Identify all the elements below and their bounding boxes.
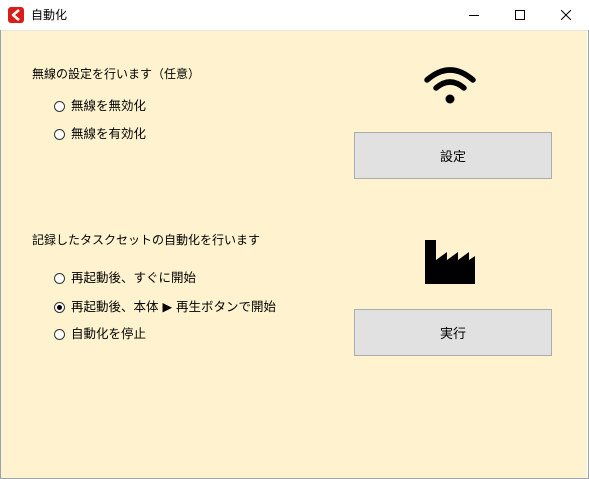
minimize-icon: [469, 15, 479, 16]
app-logo-icon: [8, 7, 24, 23]
close-button[interactable]: [543, 0, 589, 30]
radio-start-with-play-button[interactable]: 再起動後、本体 ▶ 再生ボタンで開始: [54, 299, 276, 315]
wireless-heading: 無線の設定を行います（任意）: [32, 67, 201, 81]
radio-wireless-enable[interactable]: 無線を有効化: [54, 126, 146, 142]
radio-label: 再起動後、本体 ▶ 再生ボタンで開始: [71, 299, 277, 314]
radio-start-after-reboot[interactable]: 再起動後、すぐに開始: [54, 270, 196, 286]
radio-indicator: [54, 100, 65, 112]
maximize-icon: [515, 10, 525, 20]
window-border-left: [0, 30, 1, 479]
radio-wireless-disable[interactable]: 無線を無効化: [54, 98, 146, 114]
radio-stop-automation[interactable]: 自動化を停止: [54, 326, 146, 342]
radio-indicator: [54, 272, 65, 284]
radio-indicator: [54, 128, 65, 140]
radio-label: 再起動後、すぐに開始: [71, 270, 197, 285]
radio-indicator-selected: [54, 301, 65, 313]
radio-label: 無線を有効化: [71, 126, 147, 141]
minimize-button[interactable]: [451, 0, 497, 30]
wifi-icon: [424, 67, 476, 104]
radio-label: 無線を無効化: [71, 98, 147, 113]
radio-indicator: [54, 328, 65, 340]
close-icon: [561, 10, 571, 20]
maximize-button[interactable]: [497, 0, 543, 30]
window-title: 自動化: [31, 8, 68, 22]
automation-heading: 記録したタスクセットの自動化を行います: [32, 233, 261, 247]
automation-execute-button[interactable]: 実行: [354, 309, 552, 356]
factory-icon: [425, 240, 475, 284]
radio-label: 自動化を停止: [71, 326, 147, 341]
wireless-apply-button[interactable]: 設定: [354, 132, 552, 179]
title-bar: 自動化: [0, 0, 589, 31]
